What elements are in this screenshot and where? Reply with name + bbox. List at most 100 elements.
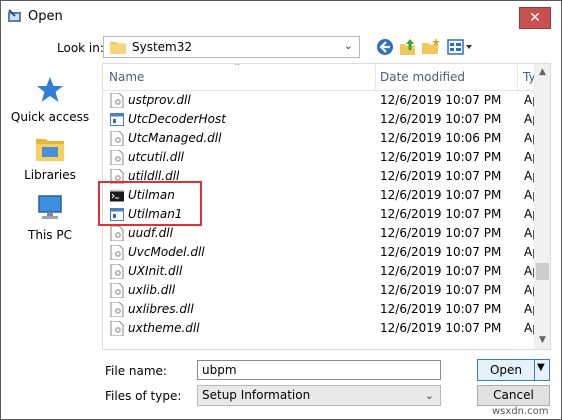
- file-row[interactable]: uxlibres.dll12/6/2019 10:07 PMAp: [103, 300, 536, 319]
- split-divider: [534, 360, 535, 380]
- file-date: 12/6/2019 10:07 PM: [380, 112, 502, 126]
- file-name: Utilman1: [128, 207, 183, 221]
- file-date: 12/6/2019 10:07 PM: [380, 93, 502, 107]
- cancel-button[interactable]: Cancel: [477, 385, 550, 406]
- file-name: uudf.dll: [128, 226, 173, 240]
- column-separator[interactable]: [517, 64, 518, 90]
- column-separator[interactable]: [375, 64, 376, 90]
- file-row[interactable]: uxlib.dll12/6/2019 10:07 PMAp: [103, 281, 536, 300]
- dll-file-icon: [110, 282, 124, 299]
- column-header-name[interactable]: Name: [109, 70, 144, 84]
- new-folder-icon[interactable]: [421, 37, 441, 57]
- file-date: 12/6/2019 10:07 PM: [380, 169, 502, 183]
- file-date: 12/6/2019 10:07 PM: [380, 150, 502, 164]
- dll-file-icon: [110, 225, 124, 242]
- application-icon: [110, 207, 124, 222]
- star-icon: [37, 77, 63, 102]
- file-name: uxtheme.dll: [128, 321, 200, 335]
- place-label: Quick access: [10, 110, 90, 124]
- file-name-label: File name:: [105, 364, 167, 378]
- file-date: 12/6/2019 10:07 PM: [380, 321, 502, 335]
- file-row[interactable]: Utilman112/6/2019 10:07 PMAp: [103, 205, 536, 224]
- dll-file-icon: [110, 149, 124, 166]
- file-name: UtcManaged.dll: [128, 131, 222, 145]
- file-row[interactable]: Utilman12/6/2019 10:07 PMAp: [103, 186, 536, 205]
- open-dialog: Open ✕ Look in: System32 ⌄ Quick access …: [0, 0, 562, 420]
- chevron-down-icon: ⌄: [424, 389, 434, 402]
- dll-file-icon: [110, 263, 124, 280]
- file-name-input[interactable]: ubpm: [197, 360, 441, 380]
- file-name: utcutil.dll: [128, 150, 184, 164]
- scroll-down-icon[interactable]: ▼: [534, 332, 550, 349]
- file-row[interactable]: UvcModel.dll12/6/2019 10:07 PMAp: [103, 243, 536, 262]
- app-icon: [8, 9, 21, 22]
- file-date: 12/6/2019 10:07 PM: [380, 226, 502, 240]
- look-in-value: System32: [132, 40, 193, 54]
- file-row[interactable]: UXInit.dll12/6/2019 10:07 PMAp: [103, 262, 536, 281]
- dll-file-icon: [110, 301, 124, 318]
- file-row[interactable]: UtcManaged.dll12/6/2019 10:06 PMAp: [103, 129, 536, 148]
- place-label: Libraries: [24, 168, 76, 182]
- places-bar: Quick access Libraries This PC: [2, 63, 98, 350]
- dll-file-icon: [110, 130, 124, 147]
- file-date: 12/6/2019 10:07 PM: [380, 188, 502, 202]
- watermark-text: wsxdn.com: [492, 406, 549, 417]
- file-name: utildll.dll: [128, 169, 180, 183]
- application-icon: [110, 112, 124, 127]
- view-menu-icon[interactable]: [447, 37, 473, 57]
- file-name: ustprov.dll: [128, 93, 191, 107]
- up-folder-icon[interactable]: [398, 37, 418, 57]
- place-quick-access[interactable]: Quick access: [2, 75, 98, 124]
- title-bar[interactable]: Open ✕: [1, 1, 561, 33]
- look-in-label: Look in:: [57, 41, 104, 55]
- chevron-down-icon: ⌄: [343, 39, 353, 52]
- place-libraries[interactable]: Libraries: [2, 133, 98, 182]
- column-header-row: ⌃ Name Date modified Ty: [103, 63, 536, 91]
- scroll-up-icon[interactable]: ▲: [534, 64, 550, 81]
- file-date: 12/6/2019 10:07 PM: [380, 302, 502, 316]
- file-row[interactable]: UtcDecoderHost12/6/2019 10:07 PMAp: [103, 110, 536, 129]
- file-list[interactable]: ⌃ Name Date modified Ty ustprov.dll 12/6/…: [102, 63, 551, 350]
- file-date: 12/6/2019 10:07 PM: [380, 245, 502, 259]
- file-name: Utilman: [128, 188, 175, 202]
- file-row[interactable]: utcutil.dll12/6/2019 10:07 PMAp: [103, 148, 536, 167]
- look-in-combo[interactable]: System32 ⌄: [103, 36, 360, 58]
- file-row[interactable]: uudf.dll12/6/2019 10:07 PMAp: [103, 224, 536, 243]
- file-date: 12/6/2019 10:06 PM: [380, 131, 502, 145]
- file-rows: ustprov.dll12/6/2019 10:07 PMApUtcDecode…: [103, 91, 536, 338]
- file-name: UtcDecoderHost: [128, 112, 226, 126]
- file-date: 12/6/2019 10:07 PM: [380, 264, 502, 278]
- window-title: Open: [28, 9, 63, 24]
- close-icon: ✕: [529, 10, 541, 26]
- close-button[interactable]: ✕: [519, 7, 551, 29]
- dropdown-arrow-icon[interactable]: ▼: [537, 362, 545, 373]
- place-this-pc[interactable]: This PC: [2, 193, 98, 242]
- file-row[interactable]: ustprov.dll12/6/2019 10:07 PMAp: [103, 91, 536, 110]
- dll-file-icon: [110, 244, 124, 261]
- file-date: 12/6/2019 10:07 PM: [380, 283, 502, 297]
- file-date: 12/6/2019 10:07 PM: [380, 207, 502, 221]
- file-type-value: Setup Information: [202, 388, 311, 402]
- dll-file-icon: [110, 168, 124, 185]
- column-header-date[interactable]: Date modified: [380, 70, 465, 84]
- file-name: uxlibres.dll: [128, 302, 194, 316]
- file-type-label: Files of type:: [105, 389, 182, 403]
- file-row[interactable]: uxtheme.dll12/6/2019 10:07 PMAp: [103, 319, 536, 338]
- file-row[interactable]: utildll.dll12/6/2019 10:07 PMAp: [103, 167, 536, 186]
- open-button[interactable]: Open ▼: [477, 359, 550, 381]
- scroll-thumb[interactable]: [536, 263, 549, 280]
- file-name: UXInit.dll: [128, 264, 183, 278]
- open-button-label: Open: [489, 363, 523, 377]
- console-app-icon: [110, 188, 124, 203]
- place-label: This PC: [28, 228, 72, 242]
- libraries-icon: [36, 139, 64, 161]
- dll-file-icon: [110, 320, 124, 337]
- sort-ascending-icon: ⌃: [233, 63, 242, 73]
- file-type-select[interactable]: Setup Information ⌄: [197, 385, 441, 406]
- vertical-scrollbar[interactable]: ▲ ▼: [534, 64, 550, 349]
- computer-icon: [38, 195, 62, 219]
- file-name: UvcModel.dll: [128, 245, 205, 259]
- folder-icon: [110, 42, 126, 54]
- back-arrow-icon[interactable]: [375, 37, 395, 57]
- file-name: uxlib.dll: [128, 283, 176, 297]
